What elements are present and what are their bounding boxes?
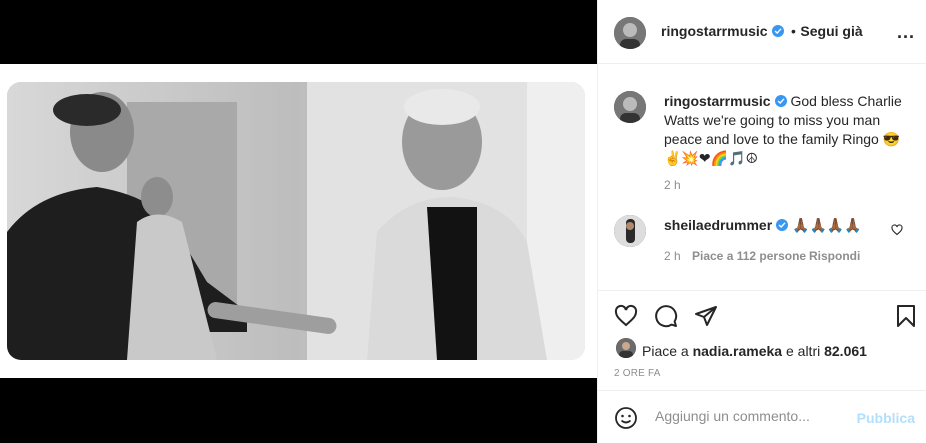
smiley-icon[interactable] xyxy=(614,406,638,435)
comment-like-heart-icon[interactable] xyxy=(891,223,903,241)
comment-bubble-icon[interactable] xyxy=(654,304,678,333)
verified-badge-icon xyxy=(771,25,784,37)
comment-reply-button[interactable]: Rispondi xyxy=(809,249,860,263)
comments-list: ringostarrmusic God bless Charlie Watts … xyxy=(598,64,926,290)
add-comment-input[interactable] xyxy=(653,407,847,425)
likes-count[interactable]: 82.061 xyxy=(824,343,867,359)
instagram-post-view: ringostarrmusic • Segui già ... ringosta… xyxy=(0,0,926,443)
post-side-panel: ringostarrmusic • Segui già ... ringosta… xyxy=(597,0,926,443)
photo-frame xyxy=(0,64,597,378)
publish-button[interactable]: Pubblica xyxy=(857,410,915,426)
verified-badge-icon xyxy=(776,219,789,231)
likes-prefix: Piace a xyxy=(642,343,689,359)
commenter-avatar[interactable] xyxy=(614,215,646,247)
post-media-area xyxy=(0,0,597,443)
likes-user[interactable]: nadia.rameka xyxy=(693,343,783,359)
likes-suffix: e altri xyxy=(785,343,821,359)
likes-summary: Piace a nadia.rameka e altri 82.061 xyxy=(642,343,867,359)
comment-text: 🙏🏾🙏🏾🙏🏾🙏🏾 xyxy=(792,217,862,233)
commenter-username[interactable]: sheilaedrummer xyxy=(664,217,772,233)
verified-badge-icon xyxy=(774,95,787,107)
bookmark-icon[interactable] xyxy=(894,304,918,333)
caption-text-block: ringostarrmusic God bless Charlie Watts … xyxy=(664,92,914,168)
author-username[interactable]: ringostarrmusic xyxy=(661,23,768,39)
paper-plane-icon[interactable] xyxy=(694,304,718,333)
author-avatar[interactable] xyxy=(614,17,646,49)
caption-username[interactable]: ringostarrmusic xyxy=(664,93,771,109)
caption-avatar[interactable] xyxy=(614,91,646,123)
comment-time[interactable]: 2 h xyxy=(664,249,681,263)
caption-time[interactable]: 2 h xyxy=(664,178,681,192)
comment-text-line: sheilaedrummer 🙏🏾🙏🏾🙏🏾🙏🏾 xyxy=(664,217,862,234)
heart-icon[interactable] xyxy=(614,304,638,333)
follow-status-button[interactable]: Segui già xyxy=(800,23,862,39)
post-header: ringostarrmusic • Segui già ... xyxy=(598,0,926,64)
photo-image xyxy=(7,82,585,360)
liker-avatar[interactable] xyxy=(616,338,636,358)
post-time-ago[interactable]: 2 ORE FA xyxy=(614,368,661,379)
add-comment-bar: Pubblica xyxy=(598,390,926,443)
more-options-icon[interactable]: ... xyxy=(897,22,915,43)
post-photo[interactable] xyxy=(7,82,585,360)
comment-likes-count[interactable]: Piace a 112 persone xyxy=(692,249,806,263)
header-separator: • xyxy=(791,23,796,39)
header-user-line: ringostarrmusic • Segui già xyxy=(661,23,863,41)
